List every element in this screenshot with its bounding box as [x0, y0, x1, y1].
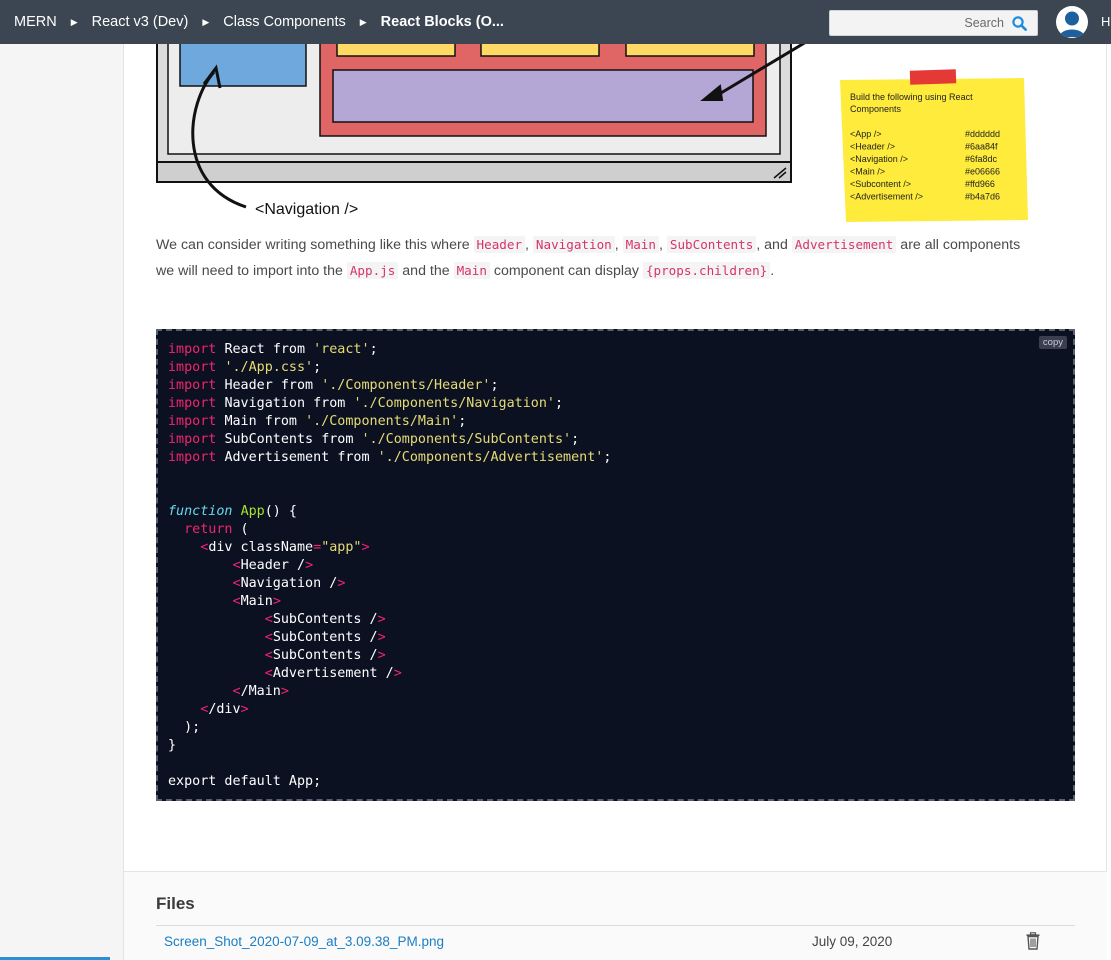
paragraph-text: , and: [756, 237, 792, 253]
note-row-color: #e06666: [965, 167, 1000, 177]
note-row-name: <App />: [850, 129, 882, 139]
note-row-name: <Main />: [850, 167, 885, 177]
user-icon: [1057, 7, 1087, 37]
note-row-name: <Subcontent />: [850, 179, 911, 189]
file-date: July 09, 2020: [812, 934, 893, 949]
search-icon[interactable]: [1012, 15, 1027, 31]
paragraph-text: ,: [614, 237, 623, 253]
note-row-color: #6aa84f: [965, 142, 998, 152]
breadcrumb-separator-icon: ▶: [202, 16, 210, 27]
inline-code: Main: [453, 262, 490, 279]
description-paragraph: We can consider writing something like t…: [156, 232, 1036, 284]
breadcrumb-item-course[interactable]: React v3 (Dev): [92, 14, 189, 30]
note-row-color: #b4a7d6: [965, 192, 1000, 202]
navigation-callout-label: <Navigation />: [255, 201, 358, 218]
copy-button[interactable]: copy: [1038, 336, 1067, 349]
breadcrumb-separator-icon: ▶: [359, 16, 367, 27]
files-divider: [156, 925, 1075, 926]
inline-code: Main: [622, 236, 659, 253]
breadcrumb-separator-icon: ▶: [70, 16, 78, 27]
code-content: import React from 'react'; import './App…: [168, 342, 612, 789]
inline-code: App.js: [346, 262, 399, 279]
files-heading: Files: [156, 894, 195, 913]
inline-code: {props.children}: [642, 262, 771, 279]
sticky-note: Build the following using React Componen…: [840, 69, 1028, 222]
paragraph-text: ,: [658, 237, 667, 253]
note-row-color: #6fa8dc: [965, 154, 998, 164]
trash-icon[interactable]: [1025, 932, 1041, 950]
paragraph-text: component can display: [489, 263, 643, 279]
user-name-truncated[interactable]: H: [1101, 14, 1110, 29]
note-line-1: Build the following using React: [850, 92, 973, 102]
note-line-2: Components: [850, 104, 902, 114]
inline-code: SubContents: [666, 236, 757, 253]
search-box: [829, 10, 1038, 36]
search-input[interactable]: [854, 16, 1004, 30]
paragraph-text: We can consider writing something like t…: [156, 237, 474, 253]
inline-code: Navigation: [532, 236, 615, 253]
inline-code: Advertisement: [791, 236, 897, 253]
avatar[interactable]: [1056, 6, 1088, 38]
paragraph-text: ,: [525, 237, 533, 253]
file-link[interactable]: Screen_Shot_2020-07-09_at_3.09.38_PM.png: [164, 934, 444, 949]
note-row-name: <Navigation />: [850, 154, 908, 164]
code-block[interactable]: copy import React from 'react'; import '…: [156, 329, 1075, 801]
paragraph-text: .: [770, 263, 775, 279]
breadcrumb-item-current: React Blocks (O...: [380, 14, 504, 30]
top-bar: MERN ▶ React v3 (Dev) ▶ Class Components…: [0, 0, 1111, 44]
breadcrumb: MERN ▶ React v3 (Dev) ▶ Class Components…: [14, 0, 504, 44]
note-row-color: #dddddd: [965, 129, 1000, 139]
inline-code: Header: [473, 236, 526, 253]
breadcrumb-item-mern[interactable]: MERN: [14, 14, 57, 30]
breadcrumb-item-module[interactable]: Class Components: [223, 14, 346, 30]
note-row-color: #ffd966: [965, 179, 995, 189]
paragraph-text: and the: [398, 263, 454, 279]
note-row-name: <Advertisement />: [850, 192, 923, 202]
note-row-name: <Header />: [850, 142, 895, 152]
content-right-border: [1106, 44, 1107, 960]
component-layout-illustration: <Navigation /> Build the following using…: [156, 44, 1028, 222]
left-sidebar: [0, 44, 124, 960]
